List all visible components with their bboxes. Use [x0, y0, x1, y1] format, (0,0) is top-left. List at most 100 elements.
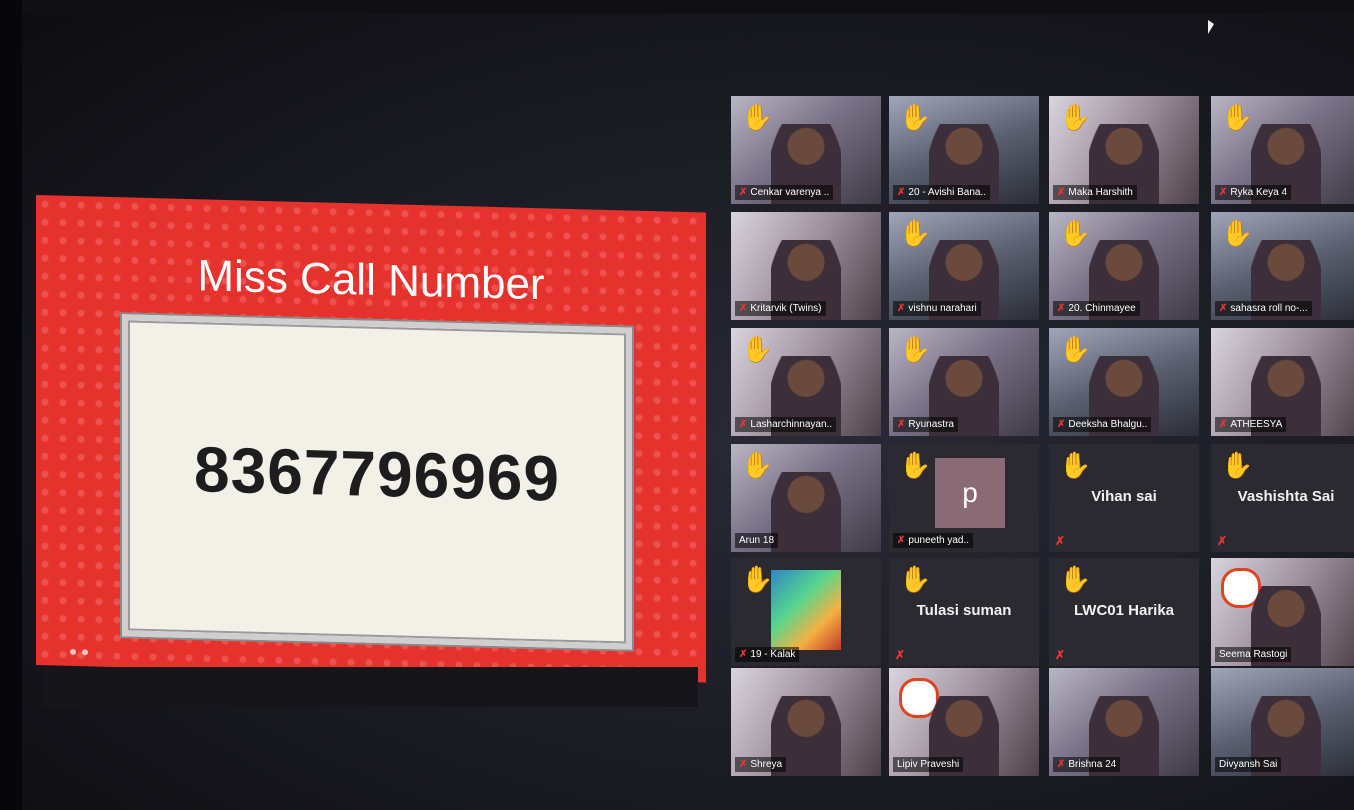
participant-tile[interactable]: ✗ Ryka Keya 4 ✋ — [1211, 96, 1354, 204]
raised-hand-icon: ✋ — [1059, 218, 1092, 248]
raised-hand-icon: ✋ — [899, 564, 932, 594]
number-box: 8367796969 — [122, 314, 632, 650]
participant-gallery: ✗ Cenkar varenya .. ✋ ✗ 20 - Avishi Bana.. ✋ ✗… — [727, 96, 1354, 782]
slide-prev-icon[interactable] — [70, 648, 76, 656]
video-feed — [771, 472, 841, 552]
mic-muted-icon: ✗ — [897, 419, 906, 430]
miss-call-number: 8367796969 — [194, 433, 560, 515]
participant-tile[interactable]: ✗ 19 - Kalak ✋ — [731, 558, 881, 666]
participant-name: Ryunastra — [908, 419, 954, 430]
participant-tile[interactable]: ✗ Lasharchinnayan.. ✋ — [731, 328, 881, 436]
mic-muted-icon: ✗ — [1057, 759, 1066, 770]
raised-hand-icon: ✋ — [741, 564, 774, 594]
participant-name-label: Divyansh Sai — [1215, 757, 1282, 772]
mic-muted-icon: ✗ — [1219, 419, 1228, 430]
mic-muted-icon: ✗ — [1055, 648, 1066, 662]
participant-tile[interactable]: Tulasi suman ✗ ✋ — [889, 558, 1039, 666]
mic-muted-icon: ✗ — [1057, 187, 1066, 198]
participant-name: Vihan sai — [1091, 488, 1157, 505]
raised-hand-icon: ✋ — [1059, 334, 1092, 364]
participant-tile[interactable]: Lipiv Praveshi — [889, 668, 1039, 776]
participant-name: puneeth yad.. — [908, 535, 969, 546]
participant-tile[interactable]: ✗ Cenkar varenya .. ✋ — [731, 96, 881, 204]
slide-controls[interactable] — [70, 642, 130, 656]
participant-tile[interactable]: ✗ Kritarvik (Twins) — [731, 212, 881, 320]
participant-tile[interactable]: ✗ Maka Harshith ✋ — [1049, 96, 1199, 204]
participant-name-label: ✗ Kritarvik (Twins) — [735, 301, 826, 316]
raised-hand-icon: ✋ — [741, 450, 774, 480]
participant-name-label: ✗ vishnu narahari — [893, 301, 981, 316]
participant-name-label: ✗ Brishna 24 — [1053, 757, 1121, 772]
mic-muted-icon: ✗ — [739, 187, 748, 198]
raised-hand-icon: ✋ — [1221, 218, 1254, 248]
mic-muted-icon: ✗ — [1217, 534, 1228, 548]
participant-tile[interactable]: ✗ sahasra roll no-... ✋ — [1211, 212, 1354, 320]
participant-name: ATHEESYA — [1230, 419, 1283, 430]
profile-picture — [771, 570, 841, 650]
participant-name: Lipiv Praveshi — [897, 759, 960, 770]
participant-tile[interactable]: Seema Rastogi — [1211, 558, 1354, 666]
screen-top-bezel — [0, 0, 1354, 14]
participant-name: Ryka Keya 4 — [1230, 187, 1288, 198]
mic-muted-icon: ✗ — [739, 303, 748, 314]
participant-tile[interactable]: LWC01 Harika ✗ ✋ — [1049, 558, 1199, 666]
participant-name: Lasharchinnayan.. — [750, 419, 833, 430]
mic-muted-icon: ✗ — [1219, 303, 1228, 314]
participant-name: 20 - Avishi Bana.. — [908, 187, 987, 198]
participant-tile[interactable]: Arun 18 ✋ — [731, 444, 881, 552]
participant-tile[interactable]: ✗ 20 - Avishi Bana.. ✋ — [889, 96, 1039, 204]
participant-name: Shreya — [750, 759, 783, 770]
participant-name: Maka Harshith — [1068, 187, 1133, 198]
mic-muted-icon: ✗ — [739, 649, 748, 660]
mic-muted-icon: ✗ — [897, 187, 906, 198]
participant-tile[interactable]: ✗ Brishna 24 — [1049, 668, 1199, 776]
participant-tile[interactable]: ✗ Deeksha Bhalgu.. ✋ — [1049, 328, 1199, 436]
mic-muted-icon: ✗ — [1057, 419, 1066, 430]
participant-name-label: ✗ 20 - Avishi Bana.. — [893, 185, 991, 200]
mic-muted-icon: ✗ — [895, 648, 906, 662]
participant-name-label: Arun 18 — [735, 533, 779, 548]
participant-tile[interactable]: Vihan sai ✗ ✋ — [1049, 444, 1199, 552]
participant-name-label: ✗ puneeth yad.. — [893, 533, 973, 548]
participant-tile[interactable]: ✗ Shreya — [731, 668, 881, 776]
participant-name: 19 - Kalak — [750, 649, 796, 660]
participant-tile[interactable]: ✗ Ryunastra ✋ — [889, 328, 1039, 436]
participant-tile[interactable]: Vashishta Sai ✗ ✋ — [1211, 444, 1354, 552]
participant-name-label: ✗ Lasharchinnayan.. — [735, 417, 837, 432]
participant-name-label: Seema Rastogi — [1215, 647, 1292, 662]
participant-name-label: ✗ sahasra roll no-... — [1215, 301, 1312, 316]
participant-name: Vashishta Sai — [1237, 488, 1335, 505]
participant-name: Tulasi suman — [916, 602, 1012, 619]
participant-name: Kritarvik (Twins) — [750, 303, 822, 314]
participant-tile[interactable]: ✗ vishnu narahari ✋ — [889, 212, 1039, 320]
mic-muted-icon: ✗ — [739, 419, 748, 430]
participant-tile[interactable]: ✗ 20. Chinmayee ✋ — [1049, 212, 1199, 320]
participant-name: LWC01 Harika — [1073, 602, 1175, 619]
participant-name-label: Lipiv Praveshi — [893, 757, 964, 772]
raised-hand-icon: ✋ — [741, 102, 774, 132]
mic-muted-icon: ✗ — [1055, 534, 1066, 548]
participant-name-label: ✗ Cenkar varenya .. — [735, 185, 834, 200]
raised-hand-icon: ✋ — [1221, 102, 1254, 132]
participant-name-label: ✗ 19 - Kalak — [735, 647, 800, 662]
raised-hand-icon: ✋ — [899, 102, 932, 132]
shared-screen: Miss Call Number 8367796969 — [36, 195, 706, 683]
participant-name: vishnu narahari — [908, 303, 977, 314]
participant-name-label: ✗ 20. Chinmayee — [1053, 301, 1140, 316]
participant-name: Arun 18 — [739, 535, 775, 546]
participant-name: sahasra roll no-... — [1230, 303, 1308, 314]
participant-name-label: ✗ Shreya — [735, 757, 787, 772]
slide-menu-icon[interactable] — [82, 649, 88, 656]
participant-tile[interactable]: p ✗ puneeth yad.. ✋ — [889, 444, 1039, 552]
participant-tile[interactable]: Divyansh Sai — [1211, 668, 1354, 776]
participant-name-label: ✗ Maka Harshith — [1053, 185, 1137, 200]
participant-name: Brishna 24 — [1068, 759, 1117, 770]
participant-tile[interactable]: ✗ ATHEESYA — [1211, 328, 1354, 436]
raised-hand-icon: ✋ — [899, 218, 932, 248]
raised-hand-icon: ✋ — [1221, 450, 1254, 480]
mic-muted-icon: ✗ — [897, 303, 906, 314]
participant-name: 20. Chinmayee — [1068, 303, 1136, 314]
raised-hand-icon: ✋ — [1059, 102, 1092, 132]
raised-hand-icon: ✋ — [899, 450, 932, 480]
mic-muted-icon: ✗ — [1057, 303, 1066, 314]
